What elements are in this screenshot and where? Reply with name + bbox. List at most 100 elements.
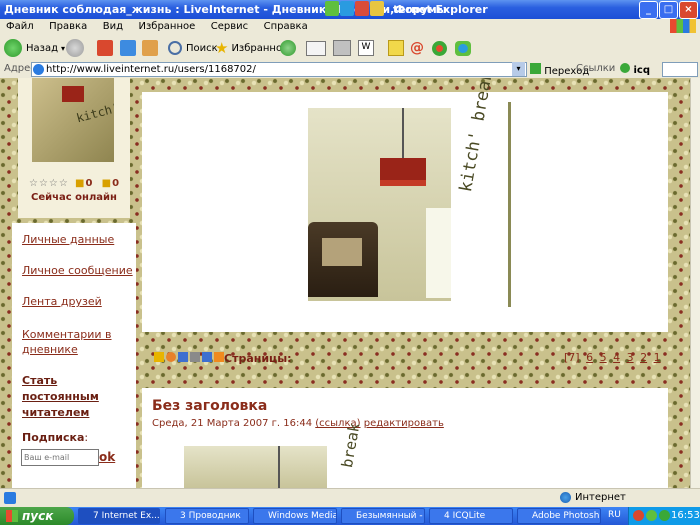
home-button[interactable] xyxy=(142,38,158,58)
star-small-icon[interactable] xyxy=(154,352,164,362)
search-icon xyxy=(168,41,182,55)
forward-arrow-icon xyxy=(66,39,84,57)
pager-icons xyxy=(154,352,224,362)
page-current: [7] xyxy=(564,351,580,364)
email-field[interactable] xyxy=(21,449,99,466)
vertical-scrollbar[interactable] xyxy=(690,78,700,488)
subscribe-ok-button[interactable]: ok xyxy=(99,450,115,464)
rss-icon[interactable] xyxy=(214,352,224,362)
print-button[interactable] xyxy=(333,38,351,58)
lamp-cord xyxy=(402,108,404,160)
taskbar-item-icq[interactable]: 4 ICQLite xyxy=(429,508,513,524)
mail-button[interactable] xyxy=(306,38,326,58)
icq-toolbar-button[interactable]: icq xyxy=(620,63,650,76)
notes-button[interactable] xyxy=(388,38,404,58)
post-edit-link[interactable]: редактировать xyxy=(364,418,444,429)
close-button[interactable]: × xyxy=(679,1,698,19)
taskbar-item-photoshop[interactable]: Adobe Photosh... xyxy=(517,508,601,524)
sidebar-item-profile[interactable]: Личные данные xyxy=(22,233,114,246)
minimize-button[interactable]: _ xyxy=(639,1,658,19)
taskbar-item-media[interactable]: Windows Media... xyxy=(253,508,337,524)
edit-button[interactable]: W xyxy=(358,38,374,58)
maximize-button[interactable]: □ xyxy=(659,1,678,19)
page-link[interactable]: 3 xyxy=(627,351,634,364)
avatar-caption: kitch' xyxy=(74,100,114,126)
overlay-icon-c[interactable] xyxy=(355,1,369,16)
page-done-icon xyxy=(4,492,16,504)
tray-icon-a[interactable] xyxy=(633,510,644,521)
stop-icon xyxy=(97,40,113,56)
menu-tools[interactable]: Сервис xyxy=(205,19,254,32)
menu-view[interactable]: Вид xyxy=(97,19,129,32)
print-small-icon[interactable] xyxy=(190,352,200,362)
post-date: Среда, 21 Марта 2007 г. 16:44 xyxy=(152,418,313,429)
post-image xyxy=(184,446,327,488)
toolbar-search-input[interactable] xyxy=(662,62,698,77)
overlay-icon-b[interactable] xyxy=(340,1,354,16)
refresh-button[interactable] xyxy=(120,38,136,58)
page-link[interactable]: 2 xyxy=(640,351,647,364)
page-link[interactable]: 5 xyxy=(600,351,607,364)
counter-a: 0 xyxy=(85,178,94,189)
overlay-icon-a[interactable] xyxy=(325,1,339,16)
sidebar-menu: Личные данные Личное сообщение Лента дру… xyxy=(12,223,136,488)
post-image-cord xyxy=(278,446,280,488)
start-label: пуск xyxy=(22,509,54,523)
page-icon xyxy=(33,64,44,75)
sidebar-item-become-reader[interactable]: Стать постоянным читателем xyxy=(22,373,99,421)
page-link[interactable]: 6 xyxy=(586,351,593,364)
page-link[interactable]: 4 xyxy=(613,351,620,364)
menu-help[interactable]: Справка xyxy=(258,19,314,32)
page-link[interactable]: 1 xyxy=(654,351,661,364)
taskbar-item-explorer[interactable]: 3 Проводник xyxy=(165,508,249,524)
language-indicator[interactable]: RU xyxy=(608,510,621,520)
back-button[interactable]: Назад ▾ xyxy=(4,38,65,58)
tray-icon-b[interactable] xyxy=(646,510,657,521)
menu-favorites[interactable]: Избранное xyxy=(132,19,201,32)
menu-edit[interactable]: Правка xyxy=(43,19,93,32)
overlay-icon-d[interactable] xyxy=(370,1,384,16)
clock-icon[interactable] xyxy=(166,352,176,362)
page-numbers: [7] 6 5 4 3 2 1 xyxy=(564,351,661,364)
star-icon: ★ xyxy=(215,39,229,57)
counter-b: 0 xyxy=(112,178,121,189)
at-button[interactable]: @ xyxy=(410,38,424,58)
online-status: Сейчас онлайн xyxy=(31,192,117,203)
comment-icon: ■ xyxy=(101,178,113,189)
windows-flag-icon xyxy=(6,510,18,522)
favorites-button[interactable]: ★ Избранное xyxy=(215,38,288,58)
sidebar-item-friends-feed[interactable]: Лента друзей xyxy=(22,295,102,308)
forward-button[interactable] xyxy=(66,38,84,58)
system-tray: 16:53 xyxy=(628,507,700,525)
url-input[interactable]: http://www.liveinternet.ru/users/1168702… xyxy=(31,62,527,77)
folder-icon: ■ xyxy=(75,178,86,189)
avatar[interactable]: kitch' xyxy=(32,78,114,162)
tray-icon-c[interactable] xyxy=(659,510,670,521)
sidebar-item-comments[interactable]: Комментарии в дневнике xyxy=(22,327,132,357)
history-button[interactable] xyxy=(280,38,296,58)
home-icon xyxy=(142,40,158,56)
taskbar-item-ie[interactable]: 7 Internet Ex... xyxy=(78,508,160,524)
mail-icon xyxy=(306,40,326,56)
search-button[interactable]: Поиск xyxy=(168,38,218,58)
links-label[interactable]: Ссылки xyxy=(576,63,615,74)
globe-icon xyxy=(560,492,571,503)
brand-text: kitch' break xyxy=(456,78,498,194)
back-label: Назад xyxy=(26,42,59,54)
header-photo xyxy=(308,108,451,301)
icq-flower-button[interactable] xyxy=(432,38,447,58)
toolbar: Назад ▾ Поиск ★ Избранное W @ xyxy=(0,35,700,62)
post-title[interactable]: Без заголовка xyxy=(152,398,267,414)
messenger-button[interactable] xyxy=(455,38,471,58)
url-dropdown-icon[interactable]: ▾ xyxy=(512,62,525,76)
start-button[interactable]: пуск xyxy=(0,507,74,525)
overlay-app-icons xyxy=(325,1,384,16)
info-icon[interactable] xyxy=(178,352,188,362)
menu-file[interactable]: Файл xyxy=(0,19,40,32)
sidebar-item-message[interactable]: Личное сообщение xyxy=(22,264,133,277)
taskbar-item-untitled[interactable]: Безымянный - ... xyxy=(341,508,425,524)
list-icon[interactable] xyxy=(202,352,212,362)
stop-button[interactable] xyxy=(97,38,113,58)
refresh-icon xyxy=(120,40,136,56)
status-bar: Интернет xyxy=(0,488,700,508)
